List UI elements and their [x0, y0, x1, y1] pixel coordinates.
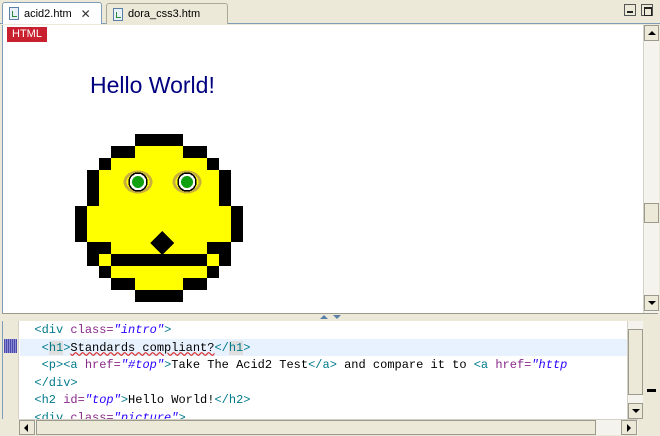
- face-outline: [99, 158, 111, 170]
- face-outline: [75, 206, 87, 242]
- code-line[interactable]: <div class="picture">: [20, 410, 185, 420]
- arrow-up-icon[interactable]: [320, 315, 328, 319]
- face-outline: [87, 170, 99, 182]
- face-outline: [183, 146, 207, 158]
- face-fill: [99, 158, 219, 170]
- tab-dora-css3[interactable]: dora_css3.htm: [106, 3, 228, 24]
- eye-iris: [181, 176, 193, 188]
- tab-label: dora_css3.htm: [128, 8, 201, 20]
- preview-vertical-scrollbar[interactable]: [643, 25, 659, 313]
- face-fill: [99, 266, 219, 278]
- face-outline: [87, 242, 99, 266]
- arrow-right-icon[interactable]: [621, 420, 637, 435]
- pane-splitter[interactable]: [2, 313, 658, 321]
- face-outline: [111, 146, 135, 158]
- design-preview-pane[interactable]: HTML Hello World!: [2, 25, 659, 313]
- arrow-up-icon[interactable]: [644, 25, 659, 41]
- face-outline: [207, 158, 219, 170]
- close-icon[interactable]: ✕: [80, 7, 92, 21]
- eye-iris: [132, 176, 144, 188]
- source-vertical-scrollbar[interactable]: [627, 321, 643, 419]
- arrow-down-icon[interactable]: [644, 295, 659, 311]
- face-outline: [231, 206, 243, 242]
- file-icon: [9, 7, 19, 20]
- face-outline: [219, 242, 231, 266]
- editor-tab-bar: acid2.htm ✕ dora_css3.htm: [0, 0, 660, 24]
- file-icon: [113, 7, 123, 21]
- face-outline: [99, 266, 111, 278]
- face-fill: [87, 194, 231, 206]
- code-line[interactable]: <h1>Standards compliant?</h1>: [20, 340, 250, 357]
- source-right-gutter: [643, 321, 659, 419]
- face-outline: [135, 134, 183, 146]
- arrow-left-icon[interactable]: [19, 420, 35, 435]
- face-outline: [219, 182, 231, 206]
- face-outline: [135, 290, 183, 302]
- bottom-left-corner: [0, 419, 19, 436]
- face-fill: [75, 206, 243, 218]
- tab-label: acid2.htm: [24, 7, 72, 20]
- face-fill: [87, 170, 231, 182]
- code-line[interactable]: <div class="intro">: [20, 322, 171, 339]
- face-fill: [75, 218, 243, 230]
- scroll-thumb[interactable]: [628, 329, 643, 395]
- scroll-corner: [638, 419, 660, 436]
- face-outline: [219, 170, 231, 182]
- face-fill: [87, 182, 231, 194]
- code-line[interactable]: </div>: [20, 375, 77, 392]
- arrow-down-icon[interactable]: [628, 403, 643, 419]
- code-line[interactable]: <h2 id="top">Hello World!</h2>: [20, 392, 250, 409]
- face-outline: [183, 278, 207, 290]
- mouth: [111, 254, 207, 266]
- mouth-corner: [99, 242, 111, 254]
- face-outline: [111, 278, 135, 290]
- current-line-marker: [4, 339, 17, 353]
- code-area[interactable]: <div class="intro"> <h1>Standards compli…: [20, 321, 627, 419]
- tab-acid2[interactable]: acid2.htm ✕: [2, 2, 102, 24]
- overview-marker: [647, 389, 656, 392]
- source-editor-pane[interactable]: <div class="intro"> <h1>Standards compli…: [2, 321, 659, 419]
- face-outline: [87, 182, 99, 206]
- code-line[interactable]: <p><a href="#top">Take The Acid2 Test</a…: [20, 357, 568, 374]
- face-outline: [207, 266, 219, 278]
- mouth-corner: [207, 242, 219, 254]
- line-ruler: [3, 321, 19, 419]
- acid2-smiley-face: [75, 134, 243, 302]
- arrow-down-icon[interactable]: [333, 315, 341, 319]
- scroll-thumb[interactable]: [644, 203, 659, 223]
- scroll-thumb[interactable]: [36, 420, 596, 435]
- minimize-icon[interactable]: [624, 4, 636, 16]
- source-horizontal-scrollbar[interactable]: [19, 419, 638, 435]
- maximize-icon[interactable]: [641, 4, 653, 16]
